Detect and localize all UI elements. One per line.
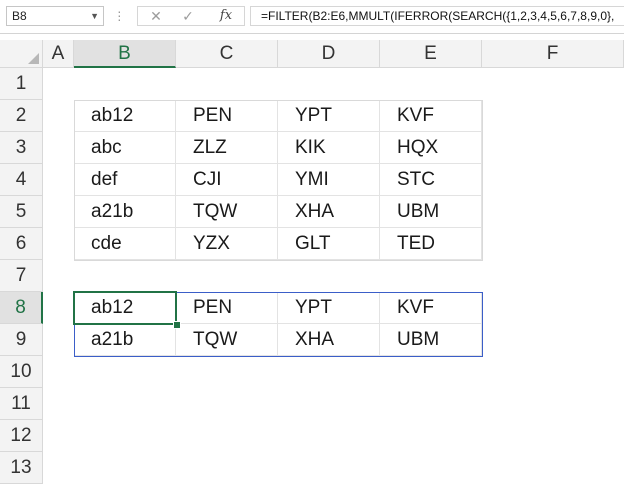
row-header-4[interactable]: 4 <box>0 164 43 196</box>
cell-d3[interactable]: KIK <box>278 132 380 164</box>
cell-d5[interactable]: XHA <box>278 196 380 228</box>
cell-e6[interactable]: TED <box>380 228 482 260</box>
row-header-11[interactable]: 11 <box>0 388 43 420</box>
row-header-2[interactable]: 2 <box>0 100 43 132</box>
insert-function-icon[interactable]: fx <box>212 7 240 25</box>
cell-d6[interactable]: GLT <box>278 228 380 260</box>
cell-e4[interactable]: STC <box>380 164 482 196</box>
formula-buttons: ✕ ✓ fx <box>137 6 245 26</box>
cell-b5[interactable]: a21b <box>74 196 176 228</box>
row-header-12[interactable]: 12 <box>0 420 43 452</box>
cell-c3[interactable]: ZLZ <box>176 132 278 164</box>
cell-b8[interactable]: ab12 <box>74 292 176 324</box>
select-all-button[interactable] <box>0 40 43 68</box>
cell-b4[interactable]: def <box>74 164 176 196</box>
row-header-8[interactable]: 8 <box>0 292 43 324</box>
cell-e8[interactable]: KVF <box>380 292 482 324</box>
cell-c9[interactable]: TQW <box>176 324 278 356</box>
chevron-down-icon[interactable]: ▼ <box>90 7 99 25</box>
row-header-7[interactable]: 7 <box>0 260 43 292</box>
row-header-1[interactable]: 1 <box>0 68 43 100</box>
cell-b3[interactable]: abc <box>74 132 176 164</box>
cell-c5[interactable]: TQW <box>176 196 278 228</box>
formula-input[interactable]: =FILTER(B2:E6,MMULT(IFERROR(SEARCH({1,2,… <box>250 6 624 26</box>
cell-b2[interactable]: ab12 <box>74 100 176 132</box>
row-header-10[interactable]: 10 <box>0 356 43 388</box>
cell-d2[interactable]: YPT <box>278 100 380 132</box>
cell-b9[interactable]: a21b <box>74 324 176 356</box>
row-header-9[interactable]: 9 <box>0 324 43 356</box>
column-header-b[interactable]: B <box>74 40 176 68</box>
cell-c6[interactable]: YZX <box>176 228 278 260</box>
cell-d4[interactable]: YMI <box>278 164 380 196</box>
cell-c8[interactable]: PEN <box>176 292 278 324</box>
formula-bar: B8 ▼ · · · ✕ ✓ fx =FILTER(B2:E6,MMULT(IFER… <box>0 0 624 34</box>
cell-c4[interactable]: CJI <box>176 164 278 196</box>
row-header-13[interactable]: 13 <box>0 452 43 484</box>
row-header-3[interactable]: 3 <box>0 132 43 164</box>
column-header-a[interactable]: A <box>43 40 74 68</box>
cell-b6[interactable]: cde <box>74 228 176 260</box>
name-box[interactable]: B8 ▼ <box>6 6 104 26</box>
column-header-d[interactable]: D <box>278 40 380 68</box>
cell-e5[interactable]: UBM <box>380 196 482 228</box>
name-box-value: B8 <box>12 9 27 23</box>
enter-icon[interactable]: ✓ <box>174 7 202 25</box>
cell-c2[interactable]: PEN <box>176 100 278 132</box>
cell-e2[interactable]: KVF <box>380 100 482 132</box>
cell-e9[interactable]: UBM <box>380 324 482 356</box>
column-header-f[interactable]: F <box>482 40 624 68</box>
column-header-c[interactable]: C <box>176 40 278 68</box>
cell-e3[interactable]: HQX <box>380 132 482 164</box>
column-header-e[interactable]: E <box>380 40 482 68</box>
cell-d9[interactable]: XHA <box>278 324 380 356</box>
cancel-icon[interactable]: ✕ <box>142 7 170 25</box>
fill-handle[interactable] <box>173 321 181 329</box>
row-header-6[interactable]: 6 <box>0 228 43 260</box>
drag-handle-icon[interactable]: · · · <box>117 4 122 26</box>
row-header-5[interactable]: 5 <box>0 196 43 228</box>
cell-d8[interactable]: YPT <box>278 292 380 324</box>
select-all-icon <box>28 53 39 64</box>
